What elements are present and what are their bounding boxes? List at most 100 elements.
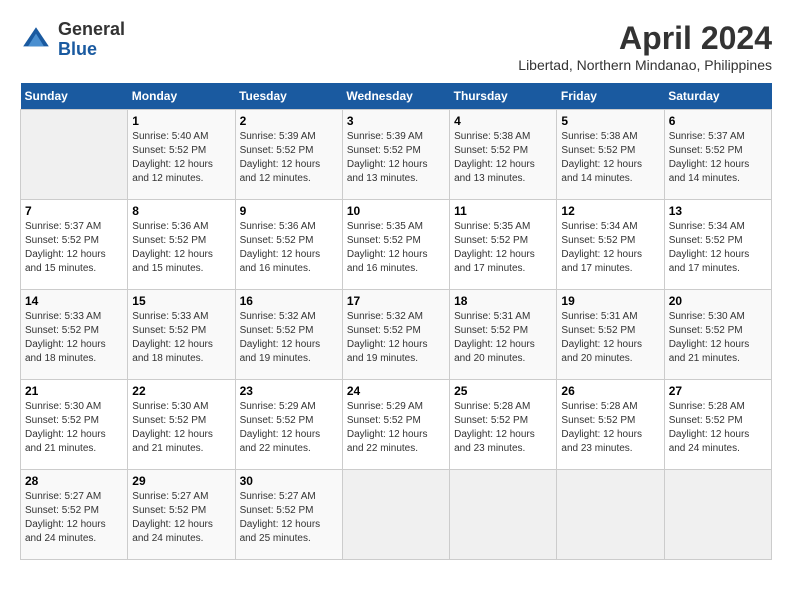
title-block: April 2024 Libertad, Northern Mindanao, … xyxy=(518,20,772,73)
day-number: 9 xyxy=(240,204,338,218)
calendar-cell: 2Sunrise: 5:39 AMSunset: 5:52 PMDaylight… xyxy=(235,110,342,200)
day-info: Sunrise: 5:33 AMSunset: 5:52 PMDaylight:… xyxy=(132,310,230,366)
calendar-cell: 11 Sunrise: 5:35 AMSunset: 5:52 PMDayligh… xyxy=(450,200,557,290)
calendar-cell: 9 Sunrise: 5:36 AMSunset: 5:52 PMDaylight… xyxy=(235,200,342,290)
column-header-friday: Friday xyxy=(557,83,664,110)
day-number: 3 xyxy=(347,114,445,128)
calendar-cell xyxy=(21,110,128,200)
calendar-cell: 19 Sunrise: 5:31 AMSunset: 5:52 PMDayligh… xyxy=(557,290,664,380)
day-number: 25 xyxy=(454,384,552,398)
calendar-cell: 23 Sunrise: 5:29 AMSunset: 5:52 PMDayligh… xyxy=(235,380,342,470)
calendar-cell: 6 Sunrise: 5:37 AMSunset: 5:52 PMDaylight… xyxy=(664,110,771,200)
day-info: Sunrise: 5:28 AMSunset: 5:52 PMDaylight:… xyxy=(561,400,659,456)
calendar-cell: 12 Sunrise: 5:34 AMSunset: 5:52 PMDayligh… xyxy=(557,200,664,290)
location-text: Libertad, Northern Mindanao, Philippines xyxy=(518,57,772,73)
calendar-cell: 21 Sunrise: 5:30 AMSunset: 5:52 PMDayligh… xyxy=(21,380,128,470)
calendar-cell: 13Sunrise: 5:34 AMSunset: 5:52 PMDayligh… xyxy=(664,200,771,290)
calendar-cell: 22 Sunrise: 5:30 AMSunset: 5:52 PMDayligh… xyxy=(128,380,235,470)
day-number: 4 xyxy=(454,114,552,128)
day-info: Sunrise: 5:35 AMSunset: 5:52 PMDaylight:… xyxy=(347,220,445,276)
day-info: Sunrise: 5:38 AMSunset: 5:52 PMDaylight:… xyxy=(454,130,552,186)
logo-blue-text: Blue xyxy=(58,40,125,60)
calendar-cell: 28 Sunrise: 5:27 AMSunset: 5:52 PMDayligh… xyxy=(21,470,128,560)
day-number: 22 xyxy=(132,384,230,398)
day-info: Sunrise: 5:27 AMSunset: 5:52 PMDaylight:… xyxy=(132,490,230,546)
day-number: 12 xyxy=(561,204,659,218)
day-number: 27 xyxy=(669,384,767,398)
day-info: Sunrise: 5:36 AMSunset: 5:52 PMDaylight:… xyxy=(240,220,338,276)
logo: General Blue xyxy=(20,20,125,60)
day-number: 11 xyxy=(454,204,552,218)
day-number: 14 xyxy=(25,294,123,308)
calendar-cell: 29 Sunrise: 5:27 AMSunset: 5:52 PMDayligh… xyxy=(128,470,235,560)
day-info: Sunrise: 5:39 AMSunset: 5:52 PMDaylight:… xyxy=(347,130,445,186)
day-info: Sunrise: 5:37 AMSunset: 5:52 PMDaylight:… xyxy=(669,130,767,186)
day-info: Sunrise: 5:31 AMSunset: 5:52 PMDaylight:… xyxy=(454,310,552,366)
column-header-wednesday: Wednesday xyxy=(342,83,449,110)
day-number: 19 xyxy=(561,294,659,308)
day-info: Sunrise: 5:38 AMSunset: 5:52 PMDaylight:… xyxy=(561,130,659,186)
day-number: 7 xyxy=(25,204,123,218)
day-info: Sunrise: 5:35 AMSunset: 5:52 PMDaylight:… xyxy=(454,220,552,276)
month-title: April 2024 xyxy=(518,20,772,57)
week-row-1: 1 Sunrise: 5:40 AMSunset: 5:52 PMDaylight… xyxy=(21,110,772,200)
day-number: 16 xyxy=(240,294,338,308)
day-number: 24 xyxy=(347,384,445,398)
calendar-cell: 24 Sunrise: 5:29 AMSunset: 5:52 PMDayligh… xyxy=(342,380,449,470)
calendar-cell xyxy=(342,470,449,560)
calendar-cell xyxy=(664,470,771,560)
day-number: 2 xyxy=(240,114,338,128)
day-number: 28 xyxy=(25,474,123,488)
day-info: Sunrise: 5:37 AMSunset: 5:52 PMDaylight:… xyxy=(25,220,123,276)
day-number: 21 xyxy=(25,384,123,398)
day-info: Sunrise: 5:32 AMSunset: 5:52 PMDaylight:… xyxy=(240,310,338,366)
page-header: General Blue April 2024 Libertad, Northe… xyxy=(20,20,772,73)
calendar-cell: 18Sunrise: 5:31 AMSunset: 5:52 PMDayligh… xyxy=(450,290,557,380)
day-number: 8 xyxy=(132,204,230,218)
week-row-4: 21 Sunrise: 5:30 AMSunset: 5:52 PMDayligh… xyxy=(21,380,772,470)
day-info: Sunrise: 5:40 AMSunset: 5:52 PMDaylight:… xyxy=(132,130,230,186)
column-header-tuesday: Tuesday xyxy=(235,83,342,110)
calendar-cell: 15Sunrise: 5:33 AMSunset: 5:52 PMDayligh… xyxy=(128,290,235,380)
day-info: Sunrise: 5:27 AMSunset: 5:52 PMDaylight:… xyxy=(25,490,123,546)
day-info: Sunrise: 5:30 AMSunset: 5:52 PMDaylight:… xyxy=(132,400,230,456)
day-info: Sunrise: 5:29 AMSunset: 5:52 PMDaylight:… xyxy=(240,400,338,456)
column-header-saturday: Saturday xyxy=(664,83,771,110)
day-info: Sunrise: 5:30 AMSunset: 5:52 PMDaylight:… xyxy=(669,310,767,366)
calendar-cell: 4 Sunrise: 5:38 AMSunset: 5:52 PMDaylight… xyxy=(450,110,557,200)
day-number: 29 xyxy=(132,474,230,488)
calendar-cell: 30Sunrise: 5:27 AMSunset: 5:52 PMDayligh… xyxy=(235,470,342,560)
calendar-table: SundayMondayTuesdayWednesdayThursdayFrid… xyxy=(20,83,772,560)
calendar-cell: 5Sunrise: 5:38 AMSunset: 5:52 PMDaylight… xyxy=(557,110,664,200)
day-number: 23 xyxy=(240,384,338,398)
day-info: Sunrise: 5:36 AMSunset: 5:52 PMDaylight:… xyxy=(132,220,230,276)
day-number: 17 xyxy=(347,294,445,308)
day-number: 30 xyxy=(240,474,338,488)
calendar-cell xyxy=(557,470,664,560)
day-info: Sunrise: 5:34 AMSunset: 5:52 PMDaylight:… xyxy=(561,220,659,276)
day-info: Sunrise: 5:28 AMSunset: 5:52 PMDaylight:… xyxy=(669,400,767,456)
day-info: Sunrise: 5:28 AMSunset: 5:52 PMDaylight:… xyxy=(454,400,552,456)
day-number: 6 xyxy=(669,114,767,128)
logo-text: General Blue xyxy=(58,20,125,60)
day-number: 20 xyxy=(669,294,767,308)
day-number: 13 xyxy=(669,204,767,218)
calendar-cell: 17 Sunrise: 5:32 AMSunset: 5:52 PMDayligh… xyxy=(342,290,449,380)
calendar-cell: 3 Sunrise: 5:39 AMSunset: 5:52 PMDaylight… xyxy=(342,110,449,200)
calendar-cell: 10Sunrise: 5:35 AMSunset: 5:52 PMDayligh… xyxy=(342,200,449,290)
day-info: Sunrise: 5:30 AMSunset: 5:52 PMDaylight:… xyxy=(25,400,123,456)
calendar-cell: 20 Sunrise: 5:30 AMSunset: 5:52 PMDayligh… xyxy=(664,290,771,380)
calendar-cell: 25 Sunrise: 5:28 AMSunset: 5:52 PMDayligh… xyxy=(450,380,557,470)
day-info: Sunrise: 5:33 AMSunset: 5:52 PMDaylight:… xyxy=(25,310,123,366)
column-header-thursday: Thursday xyxy=(450,83,557,110)
logo-icon xyxy=(20,24,52,56)
day-info: Sunrise: 5:29 AMSunset: 5:52 PMDaylight:… xyxy=(347,400,445,456)
day-info: Sunrise: 5:32 AMSunset: 5:52 PMDaylight:… xyxy=(347,310,445,366)
week-row-2: 7 Sunrise: 5:37 AMSunset: 5:52 PMDaylight… xyxy=(21,200,772,290)
day-number: 1 xyxy=(132,114,230,128)
calendar-cell: 7 Sunrise: 5:37 AMSunset: 5:52 PMDaylight… xyxy=(21,200,128,290)
calendar-cell: 27 Sunrise: 5:28 AMSunset: 5:52 PMDayligh… xyxy=(664,380,771,470)
calendar-cell: 26Sunrise: 5:28 AMSunset: 5:52 PMDayligh… xyxy=(557,380,664,470)
day-info: Sunrise: 5:31 AMSunset: 5:52 PMDaylight:… xyxy=(561,310,659,366)
logo-general-text: General xyxy=(58,20,125,40)
